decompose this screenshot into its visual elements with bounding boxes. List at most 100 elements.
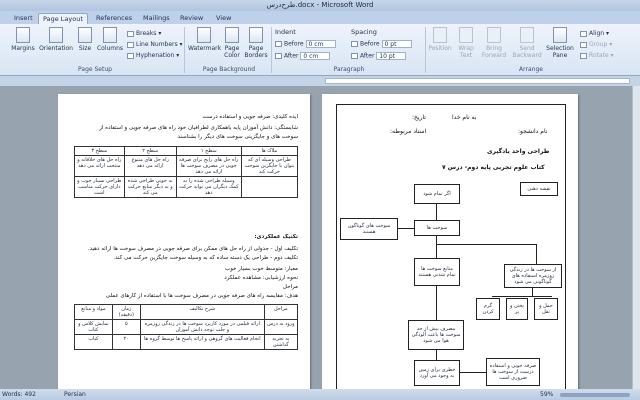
watermark-icon (197, 27, 211, 43)
horizontal-ruler[interactable] (0, 76, 640, 86)
steps-header: زمان (دقیقه) (111, 304, 141, 320)
goal-line: هدف: مقایسه راه های صرفه جویی در مصرف سو… (105, 293, 298, 299)
task-line-1: تکلیف اول - جدولی از راه حل های ممکن برا… (87, 246, 298, 252)
bring-forward-icon (487, 27, 501, 43)
send-backward-button[interactable]: Send Backward (511, 27, 543, 65)
document-page-left[interactable]: ایده کلیدی: صرفه جویی و استفاده درست شای… (58, 94, 310, 389)
selection-pane-button[interactable]: Selection Pane (545, 27, 575, 65)
vertical-scrollbar[interactable] (632, 86, 640, 389)
align-button[interactable]: Align ▾ (580, 29, 609, 38)
tab-review[interactable]: Review (176, 13, 207, 24)
header-date: تاریخ: (412, 114, 426, 121)
zoom-slider[interactable] (560, 393, 630, 397)
word-count[interactable]: Words: 492 (2, 389, 36, 400)
table-cell: راه حل های رایج برای صرفه جویی در مصرف س… (175, 155, 242, 177)
rotate-button[interactable]: Rotate ▾ (580, 51, 614, 60)
indent-after-icon (275, 53, 282, 59)
language-indicator[interactable]: Persian (64, 389, 86, 400)
harm-box: خطری برای زمین به وجود می آورد (414, 360, 460, 386)
flow-connector (532, 288, 533, 296)
evaluation-line: نحوه ارزشیابی: مشاهده عملکرد (224, 275, 298, 281)
tab-mailings[interactable]: Mailings (139, 13, 174, 24)
indent-before-icon (275, 41, 282, 47)
document-page-right[interactable]: به نام خدا تاریخ: نام دانشجو: استاد مربو… (322, 94, 578, 389)
watermark-button[interactable]: Watermark (188, 27, 221, 65)
fuels-box: سوخت ها (414, 220, 460, 236)
group-icon (580, 41, 587, 48)
size-button[interactable]: Size (76, 27, 94, 65)
tab-view[interactable]: View (212, 13, 235, 24)
tab-references[interactable]: References (92, 13, 136, 24)
wrap-text-icon (459, 27, 473, 43)
indent-after-field[interactable]: After 0 cm (275, 52, 331, 61)
flow-connector (460, 372, 486, 373)
sources-box: منابع سوخت ها تمام شدنی هستند (414, 258, 460, 286)
table-cell: راه حل های خلاقانه و منتخب ارائه می دهد (74, 155, 125, 177)
flow-connector (492, 296, 552, 297)
spacing-before-field[interactable]: Before 0 pt (351, 40, 412, 49)
table-row: ورود به درس ارائه فیلمی در مورد کاربرد س… (74, 319, 299, 335)
flow-start-box: اگر تمام شود (414, 184, 460, 204)
hyphenation-icon (127, 52, 134, 59)
document-area[interactable]: ایده کلیدی: صرفه جویی و استفاده درست شای… (0, 86, 640, 389)
hyphenation-button[interactable]: Hyphenation ▾ (127, 51, 179, 60)
status-bar: Words: 492 Persian 59% (0, 389, 640, 400)
line-numbers-button[interactable]: Line Numbers ▾ (127, 40, 183, 49)
task-line-2: تکلیف دوم - طراحی یک دسته ساده که به وسی… (113, 255, 298, 261)
columns-label: Columns (96, 45, 124, 52)
page-color-button[interactable]: Page Color (221, 27, 243, 65)
table-cell: وسیله طراحی شده را به کمک دیگران می توان… (175, 176, 242, 198)
table-row: به تجربه گذاشتن انجام فعالیت های گروهی و… (74, 334, 299, 350)
ribbon-separator (271, 27, 272, 73)
spacing-title: Spacing (351, 28, 377, 36)
window-title: طرح‌درس.docx - Microsoft Word (266, 1, 374, 9)
spacing-before-value[interactable]: 0 pt (381, 40, 412, 48)
tab-page-layout[interactable]: Page Layout (38, 13, 88, 24)
concept-map-box: نقشه ذهنی (520, 182, 558, 196)
ruler-strip (325, 78, 630, 84)
table-cell (240, 176, 299, 198)
position-button[interactable]: Position (428, 27, 452, 65)
bring-forward-button[interactable]: Bring Forward (479, 27, 509, 65)
breaks-icon (127, 30, 134, 37)
indent-title: Indent (275, 28, 296, 36)
orientation-button[interactable]: Orientation (38, 27, 74, 65)
header-student: نام دانشجو: (518, 128, 548, 135)
steps-label: مراحل (282, 284, 298, 290)
margins-label: Margins (11, 45, 35, 52)
indent-after-value[interactable]: 0 cm (300, 52, 331, 60)
flow-connector (436, 244, 536, 245)
page-borders-icon (249, 27, 263, 43)
table-cell: راه حل های متنوع ارائه می دهد (123, 155, 177, 177)
breaks-button[interactable]: Breaks ▾ (127, 29, 161, 38)
wrap-text-button[interactable]: Wrap Text (455, 27, 477, 65)
header-bismillah: به نام خدا (452, 114, 477, 121)
table-cell: نمایش کلاس و کتاب (74, 319, 113, 335)
zoom-level[interactable]: 59% (540, 389, 553, 400)
page-setup-group-label: Page Setup (78, 66, 112, 73)
columns-button[interactable]: Columns (96, 27, 124, 65)
spacing-after-value[interactable]: 10 pt (376, 52, 407, 60)
tab-insert[interactable]: Insert (10, 13, 37, 24)
indent-before-field[interactable]: Before 0 cm (275, 40, 336, 49)
table-cell: ارائه فیلمی در مورد کاربرد سوخت ها در زن… (139, 319, 265, 335)
margins-button[interactable]: Margins (10, 27, 36, 65)
spacing-after-field[interactable]: After 10 pt (351, 52, 407, 61)
size-icon (78, 27, 92, 43)
group-button[interactable]: Group ▾ (580, 40, 612, 49)
columns-icon (103, 27, 117, 43)
spacing-after-icon (351, 53, 358, 59)
rubric-table: ملاک ها سطح ۱ سطح ۲ سطح ۳ طراحی وسیله ای… (74, 146, 299, 198)
ribbon-tabs: Insert Page Layout References Mailings R… (0, 11, 640, 24)
table-cell: کتاب (74, 334, 113, 350)
criteria-line: معیار: متوسط خوب بسیار خوب (225, 266, 298, 272)
flow-connector (436, 350, 437, 360)
rubric-header: ملاک ها (240, 146, 299, 156)
paragraph-group-label: Paragraph (333, 66, 365, 73)
table-cell: به خوبی طراحی شده و به دیگر منابع حرکت م… (123, 176, 177, 198)
table-row: وسیله طراحی شده را به کمک دیگران می توان… (74, 176, 299, 198)
indent-before-value[interactable]: 0 cm (305, 40, 336, 48)
use-transport-box: حمل و نقل (534, 298, 558, 320)
page-borders-button[interactable]: Page Borders (244, 27, 268, 65)
margins-icon (16, 27, 30, 43)
